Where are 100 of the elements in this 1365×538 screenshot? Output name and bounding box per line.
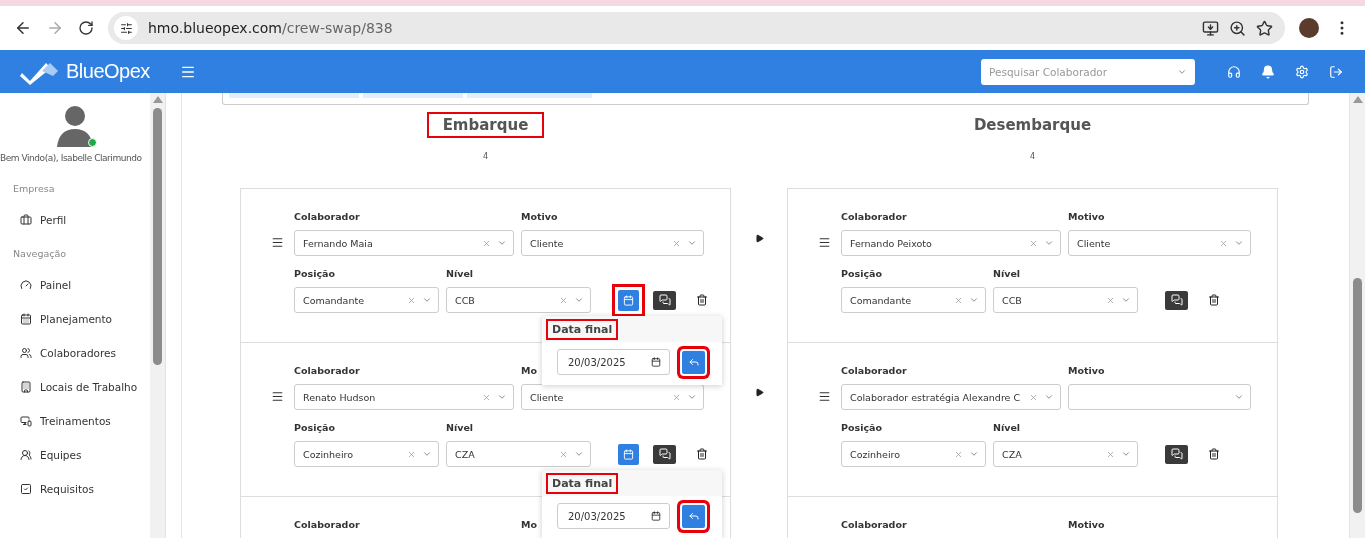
select-field[interactable]: CZA [993, 441, 1138, 467]
calendar-icon[interactable] [651, 511, 661, 521]
caret-icon[interactable] [1234, 238, 1244, 248]
select-field[interactable]: Cozinheiro [294, 441, 439, 467]
nav-item[interactable]: Colaboradores [0, 327, 150, 361]
trash-icon[interactable] [696, 294, 708, 306]
comments-button[interactable] [1165, 444, 1188, 464]
select-field[interactable]: Comandante [294, 287, 439, 313]
nav-item[interactable]: Painel [0, 259, 150, 293]
clear-icon[interactable] [1219, 238, 1228, 248]
clear-icon[interactable] [407, 449, 416, 459]
clear-icon[interactable] [482, 238, 491, 248]
select-field[interactable]: Fernando Maia [294, 230, 514, 256]
select-field[interactable] [1068, 384, 1251, 410]
clear-icon[interactable] [954, 449, 963, 459]
back-button[interactable] [14, 19, 32, 37]
play-icon[interactable] [754, 388, 764, 397]
caret-icon[interactable] [1044, 392, 1054, 402]
trash-icon[interactable] [696, 448, 708, 460]
caret-icon[interactable] [497, 392, 507, 402]
profile-avatar[interactable] [1299, 18, 1319, 38]
nav-item[interactable]: Requisitos [0, 463, 150, 497]
clear-icon[interactable] [1106, 295, 1115, 305]
clear-icon[interactable] [482, 392, 491, 402]
select-field[interactable]: Cliente [521, 384, 704, 410]
nav-item[interactable]: Treinamentos [0, 395, 150, 429]
caret-icon[interactable] [1121, 449, 1131, 459]
select-field[interactable]: Cliente [1068, 230, 1251, 256]
scrollbar[interactable] [1350, 93, 1365, 538]
caret-icon[interactable] [1234, 392, 1244, 402]
clear-icon[interactable] [559, 295, 568, 305]
select-field[interactable]: CCB [446, 287, 591, 313]
caret-icon[interactable] [969, 295, 979, 305]
nav-item[interactable]: Planejamento [0, 293, 150, 327]
brand-name: BlueOpex [66, 60, 150, 83]
chat-bubbles-icon [658, 294, 671, 306]
clear-icon[interactable] [407, 295, 416, 305]
calendar-icon[interactable] [651, 357, 661, 367]
chat-bubbles-icon [1170, 294, 1183, 306]
caret-icon[interactable] [574, 295, 584, 305]
clear-icon[interactable] [1029, 238, 1038, 248]
date-field[interactable]: 20/03/2025 [557, 349, 670, 375]
address-bar[interactable]: hmo.blueopex.com/crew-swap/838 [108, 12, 1285, 44]
field-label: Nível [993, 422, 1022, 434]
count-text: 4 [482, 152, 489, 161]
filter-bar[interactable] [222, 93, 1309, 105]
field-label: Posição [841, 268, 883, 280]
checkbox-icon [20, 482, 32, 495]
clear-icon[interactable] [672, 238, 681, 248]
nav-item[interactable]: Locais de Trabalho [0, 361, 150, 395]
select-field[interactable]: Colaborador estratégia Alexandre C [841, 384, 1061, 410]
trash-icon[interactable] [1208, 448, 1220, 460]
caret-icon[interactable] [1044, 238, 1054, 248]
select-field[interactable]: CCB [993, 287, 1138, 313]
site-settings-icon[interactable] [114, 16, 138, 40]
caret-icon[interactable] [574, 449, 584, 459]
forward-button[interactable] [46, 19, 64, 37]
caret-icon[interactable] [422, 295, 432, 305]
field-label: Nível [446, 422, 475, 434]
comments-button[interactable] [653, 444, 676, 464]
install-icon[interactable] [1202, 19, 1219, 37]
bookmark-star-icon[interactable] [1256, 19, 1273, 37]
field-label: Colaborador [294, 365, 361, 377]
clear-icon[interactable] [1106, 449, 1115, 459]
clear-icon[interactable] [672, 392, 681, 402]
comments-button[interactable] [653, 290, 676, 310]
comments-button[interactable] [1165, 290, 1188, 310]
field-label: Mo [521, 365, 538, 377]
clear-icon[interactable] [559, 449, 568, 459]
calendar-icon [623, 294, 634, 306]
caret-icon[interactable] [687, 392, 697, 402]
select-field[interactable]: Cozinheiro [841, 441, 986, 467]
caret-icon[interactable] [422, 449, 432, 459]
play-icon[interactable] [754, 234, 764, 243]
select-field[interactable]: Cliente [521, 230, 704, 256]
trash-icon[interactable] [1208, 294, 1220, 306]
bell-icon[interactable] [1261, 64, 1275, 79]
reload-button[interactable] [78, 20, 94, 36]
section-title: Empresa [12, 182, 56, 194]
section-title: Navegação [12, 247, 68, 259]
caret-icon[interactable] [969, 449, 979, 459]
caret-icon[interactable] [687, 238, 697, 248]
clear-icon[interactable] [954, 295, 963, 305]
building-icon [20, 380, 32, 393]
nav-item[interactable]: Perfil [0, 194, 150, 228]
select-field[interactable]: Fernando Peixoto [841, 230, 1061, 256]
select-field[interactable]: Comandante [841, 287, 986, 313]
logout-icon[interactable] [1329, 64, 1343, 79]
caret-icon[interactable] [497, 238, 507, 248]
caret-icon[interactable] [1121, 295, 1131, 305]
settings-icon[interactable] [1295, 64, 1309, 79]
date-field[interactable]: 20/03/2025 [557, 503, 670, 529]
scrollbar[interactable] [150, 93, 166, 538]
headset-icon[interactable] [1227, 64, 1241, 79]
briefcase-icon [20, 213, 32, 226]
select-field[interactable]: CZA [446, 441, 591, 467]
nav-item[interactable]: Equipes [0, 429, 150, 463]
clear-icon[interactable] [1029, 392, 1038, 402]
select-field[interactable]: Renato Hudson [294, 384, 514, 410]
zoom-icon[interactable] [1229, 19, 1246, 37]
